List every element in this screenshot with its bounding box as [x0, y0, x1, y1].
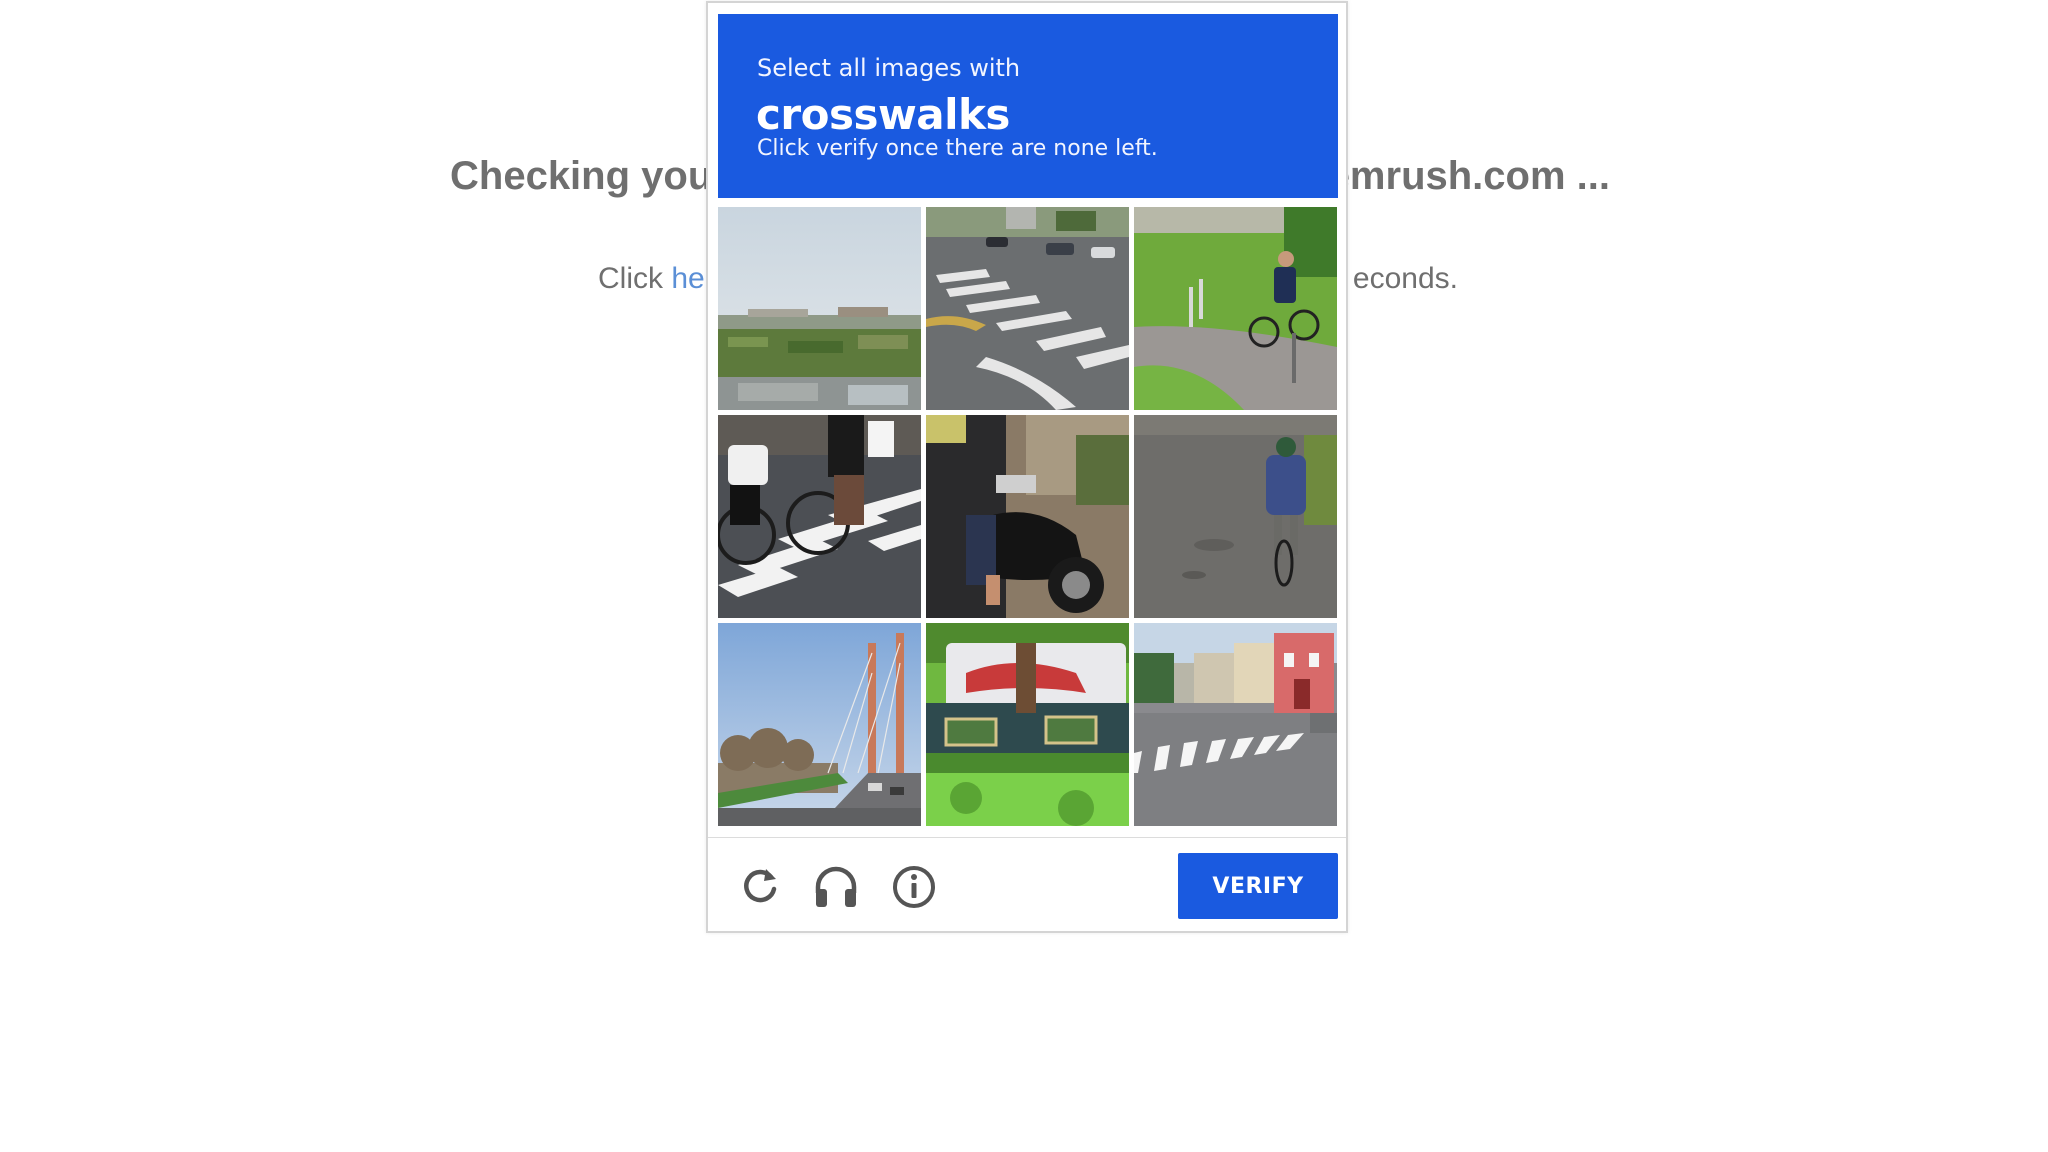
captcha-tile-9[interactable]: [1134, 623, 1337, 826]
captcha-tile-1[interactable]: [718, 207, 921, 410]
reload-icon[interactable]: [736, 863, 784, 911]
captcha-tile-8[interactable]: [926, 623, 1129, 826]
tile-image-cyclist-road: [1134, 415, 1337, 618]
headphones-icon[interactable]: [812, 863, 860, 911]
captcha-tile-3[interactable]: [1134, 207, 1337, 410]
captcha-tile-7[interactable]: [718, 623, 921, 826]
captcha-prompt-header: Select all images with crosswalks Click …: [718, 14, 1338, 198]
heading-left-fragment: Checking you: [450, 154, 713, 198]
tile-image-motorcycle: [926, 415, 1129, 618]
tile-image-cyclist-path: [1134, 207, 1337, 410]
tile-image-street-crosswalk: [1134, 623, 1337, 826]
click-here-link[interactable]: he: [671, 262, 704, 295]
prompt-instruction: Select all images with: [757, 54, 1021, 82]
verify-button[interactable]: VERIFY: [1178, 853, 1338, 919]
tile-image-zebra-crossing-cyclists: [718, 415, 921, 618]
subtext-prefix: Click: [598, 262, 672, 295]
tile-image-rooftop-garden: [718, 207, 921, 410]
footer-divider: [708, 837, 1346, 838]
tile-image-intersection: [926, 207, 1129, 410]
tile-image-bus: [926, 623, 1129, 826]
subtext-right-fragment: econds.: [1352, 262, 1458, 295]
subtext-left: Click he: [598, 262, 705, 296]
heading-right-fragment: emrush.com ...: [1327, 154, 1610, 198]
prompt-keyword: crosswalks: [756, 90, 1010, 139]
captcha-tile-4[interactable]: [718, 415, 921, 618]
captcha-tile-6[interactable]: [1134, 415, 1337, 618]
captcha-tile-2[interactable]: [926, 207, 1129, 410]
captcha-image-grid: [718, 207, 1338, 827]
tile-image-bridge: [718, 623, 921, 826]
page: Checking you emrush.com ... Click he eco…: [0, 0, 2048, 1152]
info-icon[interactable]: [890, 863, 938, 911]
prompt-hint: Click verify once there are none left.: [757, 136, 1158, 161]
captcha-tile-5[interactable]: [926, 415, 1129, 618]
captcha-popup: Select all images with crosswalks Click …: [706, 1, 1348, 933]
